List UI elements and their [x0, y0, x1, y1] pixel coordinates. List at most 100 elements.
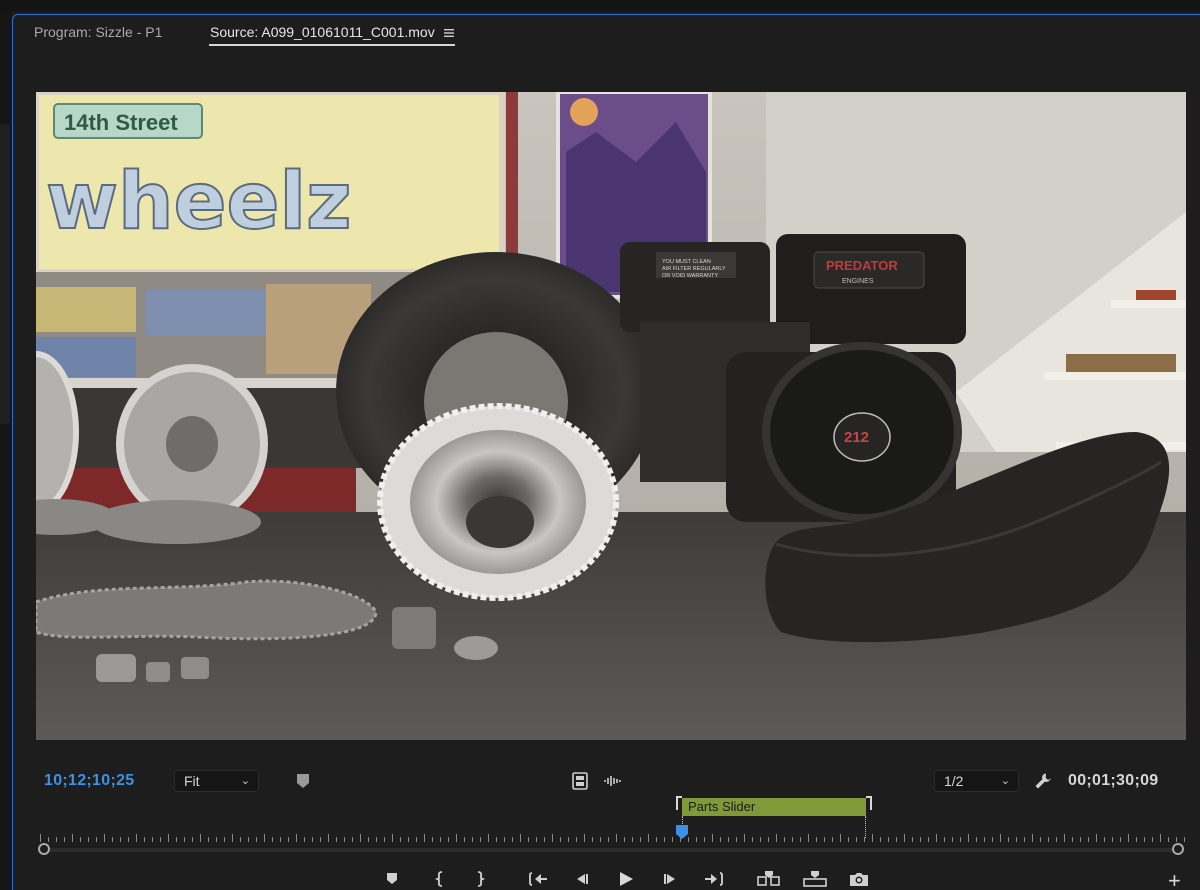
- audio-waveform-icon[interactable]: [603, 774, 623, 788]
- ruler-tick: [280, 837, 281, 842]
- video-preview[interactable]: 14th Street wheelz PREDATOR ENGINES YOU …: [36, 92, 1186, 740]
- in-point-bracket[interactable]: [676, 796, 682, 810]
- ruler-tick: [896, 837, 897, 842]
- ruler-tick: [1072, 837, 1073, 842]
- ruler-tick: [632, 837, 633, 842]
- engine-warning-line-3: OR VOID WARRANTY: [662, 273, 718, 279]
- ruler-tick: [112, 837, 113, 842]
- ruler-tick: [136, 834, 137, 842]
- ruler-tick: [552, 834, 553, 842]
- sign-brand-text: wheelz: [46, 157, 352, 247]
- wrench-icon[interactable]: [1034, 772, 1052, 790]
- ruler-tick: [840, 834, 841, 842]
- ruler-tick: [296, 834, 297, 842]
- zoom-scrollbar-end-handle[interactable]: [1172, 843, 1184, 855]
- film-strip-icon[interactable]: [572, 772, 588, 790]
- ruler-tick: [1024, 837, 1025, 842]
- ruler-tick: [592, 837, 593, 842]
- go-to-in-button[interactable]: [528, 870, 550, 888]
- tab-program[interactable]: Program: Sizzle - P1: [34, 24, 162, 40]
- ruler-tick: [464, 837, 465, 842]
- insert-button[interactable]: [756, 870, 782, 888]
- ruler-tick: [344, 837, 345, 842]
- ruler-tick: [768, 837, 769, 842]
- ruler-tick: [1032, 834, 1033, 842]
- ruler-tick: [360, 834, 361, 842]
- ruler-tick: [432, 837, 433, 842]
- ruler-tick: [616, 834, 617, 842]
- engine-brand-text: PREDATOR: [826, 258, 898, 273]
- ruler-tick: [928, 837, 929, 842]
- ruler-tick: [704, 837, 705, 842]
- ruler-tick: [368, 837, 369, 842]
- ruler-tick: [1056, 837, 1057, 842]
- ruler-tick: [208, 837, 209, 842]
- step-back-button[interactable]: [572, 870, 594, 888]
- ruler-tick: [304, 837, 305, 842]
- ruler-tick: [712, 834, 713, 842]
- zoom-select[interactable]: Fit ⌄: [174, 770, 259, 792]
- ruler-tick: [224, 837, 225, 842]
- ruler-tick: [496, 837, 497, 842]
- ruler-tick: [200, 834, 201, 842]
- zoom-scrollbar-track[interactable]: [44, 848, 1178, 852]
- ruler-tick: [1176, 837, 1177, 842]
- ruler-tick: [352, 837, 353, 842]
- ruler-tick: [408, 837, 409, 842]
- time-ruler[interactable]: [36, 828, 1186, 842]
- zoom-scrollbar-start-handle[interactable]: [38, 843, 50, 855]
- ruler-tick: [536, 837, 537, 842]
- step-back-icon: [577, 874, 588, 884]
- ruler-tick: [576, 837, 577, 842]
- marker-icon[interactable]: [295, 772, 311, 790]
- resolution-select[interactable]: 1/2 ⌄: [934, 770, 1019, 792]
- add-marker-button[interactable]: [384, 870, 406, 888]
- ruler-tick: [152, 837, 153, 842]
- ruler-tick: [984, 837, 985, 842]
- ruler-tick: [512, 837, 513, 842]
- ruler-tick: [832, 837, 833, 842]
- button-editor-add-icon[interactable]: +: [1168, 870, 1181, 890]
- ruler-tick: [528, 837, 529, 842]
- ruler-tick: [696, 837, 697, 842]
- go-to-out-button[interactable]: [702, 870, 724, 888]
- in-out-range-bar[interactable]: Parts Slider: [676, 796, 872, 816]
- ruler-tick: [1136, 837, 1137, 842]
- ruler-tick: [640, 837, 641, 842]
- ruler-tick: [648, 834, 649, 842]
- ruler-tick: [312, 837, 313, 842]
- mark-out-icon: [477, 871, 486, 887]
- ruler-tick: [376, 837, 377, 842]
- play-button[interactable]: [616, 870, 638, 888]
- hamburger-menu-icon[interactable]: [443, 26, 455, 38]
- mark-in-icon: [434, 871, 443, 887]
- ruler-tick: [568, 837, 569, 842]
- out-point-bracket[interactable]: [866, 796, 872, 810]
- ruler-tick: [1144, 837, 1145, 842]
- ruler-tick: [656, 837, 657, 842]
- tab-source[interactable]: Source: A099_01061011_C001.mov: [210, 24, 435, 40]
- ruler-tick: [104, 834, 105, 842]
- ruler-tick: [128, 837, 129, 842]
- ruler-tick: [184, 837, 185, 842]
- top-strip: [0, 0, 1200, 12]
- ruler-tick: [1168, 837, 1169, 842]
- ruler-tick: [1000, 834, 1001, 842]
- overwrite-button[interactable]: [802, 870, 828, 888]
- ruler-tick: [1064, 834, 1065, 842]
- ruler-tick: [1048, 837, 1049, 842]
- current-timecode[interactable]: 10;12;10;25: [44, 772, 134, 790]
- mark-in-button[interactable]: [432, 870, 454, 888]
- ruler-tick: [1104, 837, 1105, 842]
- ruler-tick: [608, 837, 609, 842]
- mark-out-button[interactable]: [472, 870, 494, 888]
- ruler-tick: [992, 837, 993, 842]
- ruler-tick: [544, 837, 545, 842]
- export-frame-button[interactable]: [848, 870, 870, 888]
- ruler-tick: [624, 837, 625, 842]
- ruler-tick: [256, 837, 257, 842]
- ruler-tick: [912, 837, 913, 842]
- playhead-handle[interactable]: [676, 825, 688, 839]
- step-forward-button[interactable]: [660, 870, 682, 888]
- ruler-tick: [96, 837, 97, 842]
